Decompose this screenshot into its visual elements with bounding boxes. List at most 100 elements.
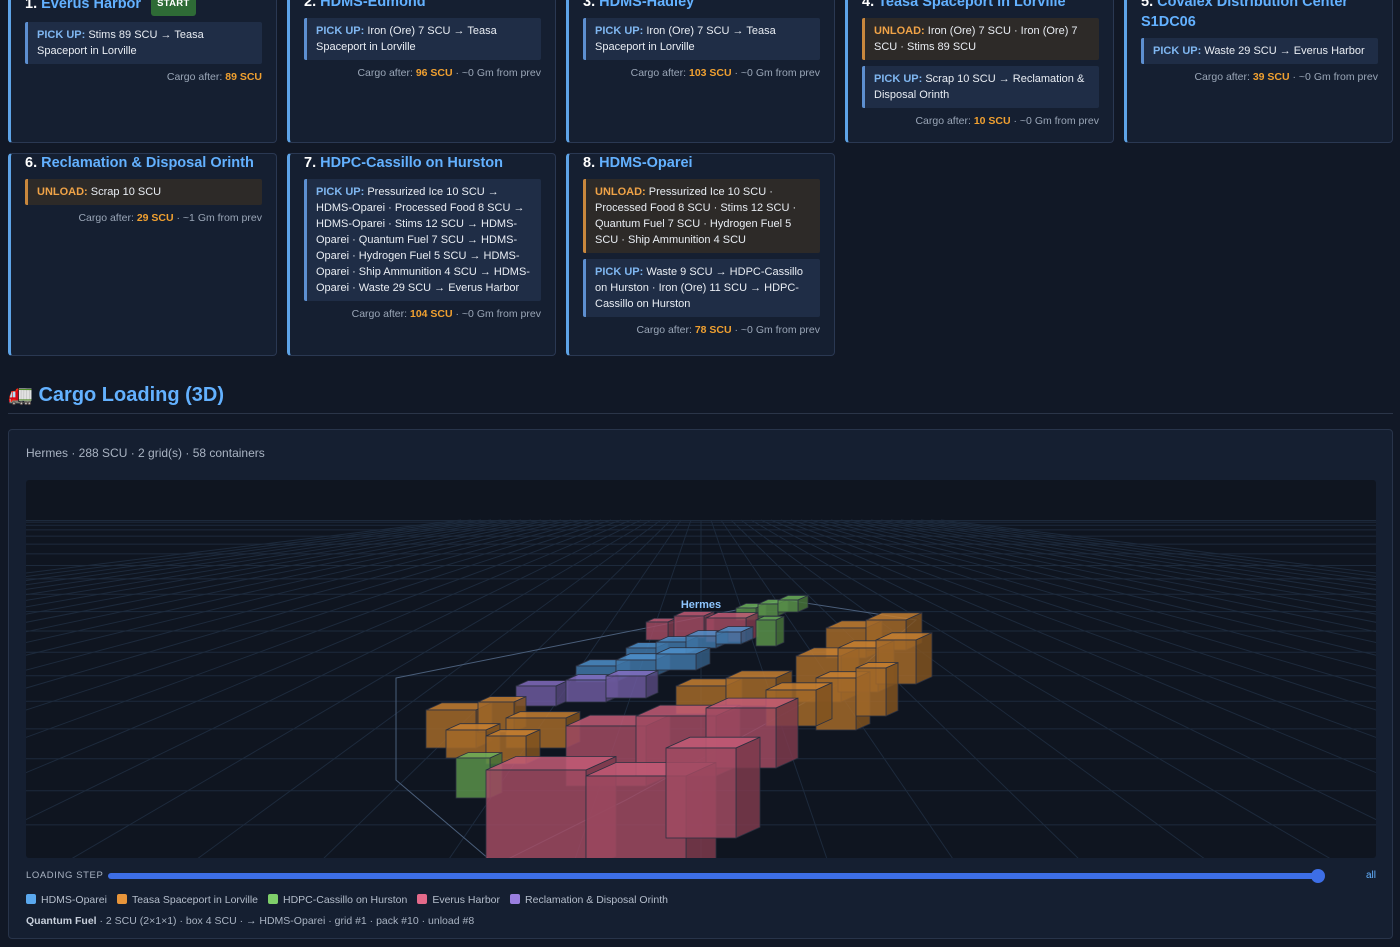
unload-action: UNLOAD: Scrap 10 SCU (25, 179, 262, 205)
stop-number: 1. (25, 0, 38, 12)
cargo-after-suffix: · ~0 Gm from prev (452, 67, 542, 79)
action-label: PICK UP: (595, 266, 644, 278)
stop-number: 2. (304, 0, 317, 10)
container-box (915, 632, 933, 685)
legend-label: Reclamation & Disposal Orinth (525, 894, 668, 906)
slider-thumb[interactable] (1311, 869, 1325, 883)
container-detail: Quantum Fuel · 2 SCU (2×1×1) · box 4 SCU… (26, 915, 474, 927)
cargo-after-suffix: · ~0 Gm from prev (452, 308, 542, 320)
container-box (455, 757, 491, 799)
unload-action: UNLOAD: Iron (Ore) 7 SCU · Iron (Ore) 7 … (862, 18, 1099, 60)
cargo-after-value: 39 SCU (1252, 71, 1290, 83)
action-text: Pressurized Ice 10 SCU → HDMS-Oparei · P… (316, 186, 530, 294)
action-label: PICK UP: (1153, 45, 1202, 57)
detail-name: Quantum Fuel (26, 915, 97, 927)
stop-card: 5. Covalex Distribution Center S1DC06 PI… (1124, 0, 1393, 143)
pickup-action: PICK UP: Iron (Ore) 7 SCU → Teasa Spacep… (304, 18, 541, 60)
stop-name[interactable]: HDPC-Cassillo on Hurston (320, 155, 503, 171)
grid-line (26, 519, 542, 615)
stop-name[interactable]: HDMS-Oparei (599, 155, 692, 171)
stop-card: 8. HDMS-Oparei UNLOAD: Pressurized Ice 1… (566, 153, 835, 356)
stop-card: 4. Teasa Spaceport in Lorville UNLOAD: I… (845, 0, 1114, 143)
pickup-action: PICK UP: Pressurized Ice 10 SCU → HDMS-O… (304, 179, 541, 301)
grid-line (26, 519, 472, 578)
cargo-after-value: 103 SCU (688, 67, 732, 79)
stop-number: 3. (583, 0, 596, 10)
destination-legend: HDMS-Oparei Teasa Spaceport in Lorville HD… (26, 894, 678, 906)
stop-name[interactable]: HDMS-Edmond (320, 0, 426, 10)
cargo-after-prefix: Cargo after: (1194, 71, 1253, 83)
stop-name[interactable]: Everus Harbor (41, 0, 141, 12)
container-box (775, 615, 785, 647)
cargo-after-suffix: · ~1 Gm from prev (173, 212, 263, 224)
cargo-3d-viewport[interactable]: Hermes (26, 480, 1376, 858)
stop-card: 1. Everus Harbor START PICK UP: Stims 89… (8, 0, 277, 143)
legend-swatch (510, 894, 521, 904)
start-badge: START (151, 0, 196, 16)
legend-swatch (268, 894, 279, 904)
cargo-after: Cargo after: 78 SCU · ~0 Gm from prev (583, 324, 820, 336)
grid-line (930, 519, 1376, 578)
section-title: 🚛 Cargo Loading (3D) (8, 382, 224, 407)
container-box (885, 661, 899, 717)
cargo-after-suffix: · ~0 Gm from prev (731, 324, 821, 336)
cargo-after: Cargo after: 103 SCU · ~0 Gm from prev (583, 67, 820, 79)
container-box (685, 635, 717, 649)
grid-line (920, 519, 1376, 581)
action-label: PICK UP: (316, 25, 365, 37)
action-text: Waste 29 SCU → Everus Harbor (1204, 45, 1365, 57)
stop-name[interactable]: HDMS-Hadley (599, 0, 694, 10)
pickup-action: PICK UP: Waste 9 SCU → HDPC-Cassillo on … (583, 259, 820, 317)
action-label: UNLOAD: (595, 186, 646, 198)
cargo-after-prefix: Cargo after: (351, 308, 410, 320)
loading-step-slider[interactable] (108, 873, 1318, 879)
container-box (735, 736, 761, 839)
slider-all-label[interactable]: all (1366, 870, 1376, 881)
stop-number: 5. (1141, 0, 1154, 10)
cargo-after-prefix: Cargo after: (630, 67, 689, 79)
pickup-action: PICK UP: Stims 89 SCU → Teasa Spaceport … (25, 22, 262, 64)
cargo-after-value: 104 SCU (409, 308, 453, 320)
cargo-after-suffix: · ~0 Gm from prev (1289, 71, 1379, 83)
container-box (485, 769, 587, 858)
stop-name[interactable]: Covalex Distribution Center S1DC06 (1141, 0, 1348, 30)
cargo-3d-scene[interactable]: Hermes (26, 480, 1376, 858)
legend-label: Teasa Spaceport in Lorville (131, 894, 259, 906)
legend-swatch (116, 894, 127, 904)
grid-line (860, 519, 1376, 615)
truck-icon: 🚛 (8, 384, 33, 406)
cargo-after-suffix: · ~0 Gm from prev (1010, 115, 1100, 127)
stop-card: 3. HDMS-Hadley PICK UP: Iron (Ore) 7 SCU… (566, 0, 835, 143)
loading-step-label: LOADING STEP (26, 870, 104, 881)
cargo-after: Cargo after: 10 SCU · ~0 Gm from prev (862, 115, 1099, 127)
cargo-after: Cargo after: 89 SCU (25, 71, 262, 83)
legend-item: HDPC-Cassillo on Hurston (268, 894, 407, 906)
legend-item: HDMS-Oparei (26, 894, 107, 906)
stop-title: 8. HDMS-Oparei (583, 153, 820, 173)
cargo-after-value: 96 SCU (415, 67, 453, 79)
action-label: PICK UP: (874, 73, 923, 85)
stop-title: 4. Teasa Spaceport in Lorville (862, 0, 1099, 12)
stop-title: 1. Everus Harbor START (25, 0, 262, 16)
legend-label: HDMS-Oparei (41, 894, 107, 906)
legend-item: Everus Harbor (417, 894, 500, 906)
pickup-action: PICK UP: Scrap 10 SCU → Reclamation & Di… (862, 66, 1099, 108)
grid-line (830, 519, 1376, 644)
stop-name[interactable]: Reclamation & Disposal Orinth (41, 155, 254, 171)
grid-line (26, 519, 482, 581)
stop-title: 5. Covalex Distribution Center S1DC06 (1141, 0, 1378, 32)
cargo-after: Cargo after: 96 SCU · ~0 Gm from prev (304, 67, 541, 79)
cargo-after-prefix: Cargo after: (915, 115, 974, 127)
legend-label: HDPC-Cassillo on Hurston (283, 894, 408, 906)
legend-swatch (26, 894, 36, 904)
cargo-panel: Hermes · 288 SCU · 2 grid(s) · 58 contai… (8, 429, 1393, 939)
action-label: UNLOAD: (37, 186, 88, 198)
unload-action: UNLOAD: Pressurized Ice 10 SCU · Process… (583, 179, 820, 253)
container-box (777, 599, 799, 613)
stop-number: 6. (25, 155, 38, 171)
container-box (855, 667, 887, 717)
stop-number: 4. (862, 0, 875, 10)
stop-name[interactable]: Teasa Spaceport in Lorville (878, 0, 1066, 10)
action-label: PICK UP: (595, 25, 644, 37)
cargo-after-prefix: Cargo after: (166, 71, 226, 83)
